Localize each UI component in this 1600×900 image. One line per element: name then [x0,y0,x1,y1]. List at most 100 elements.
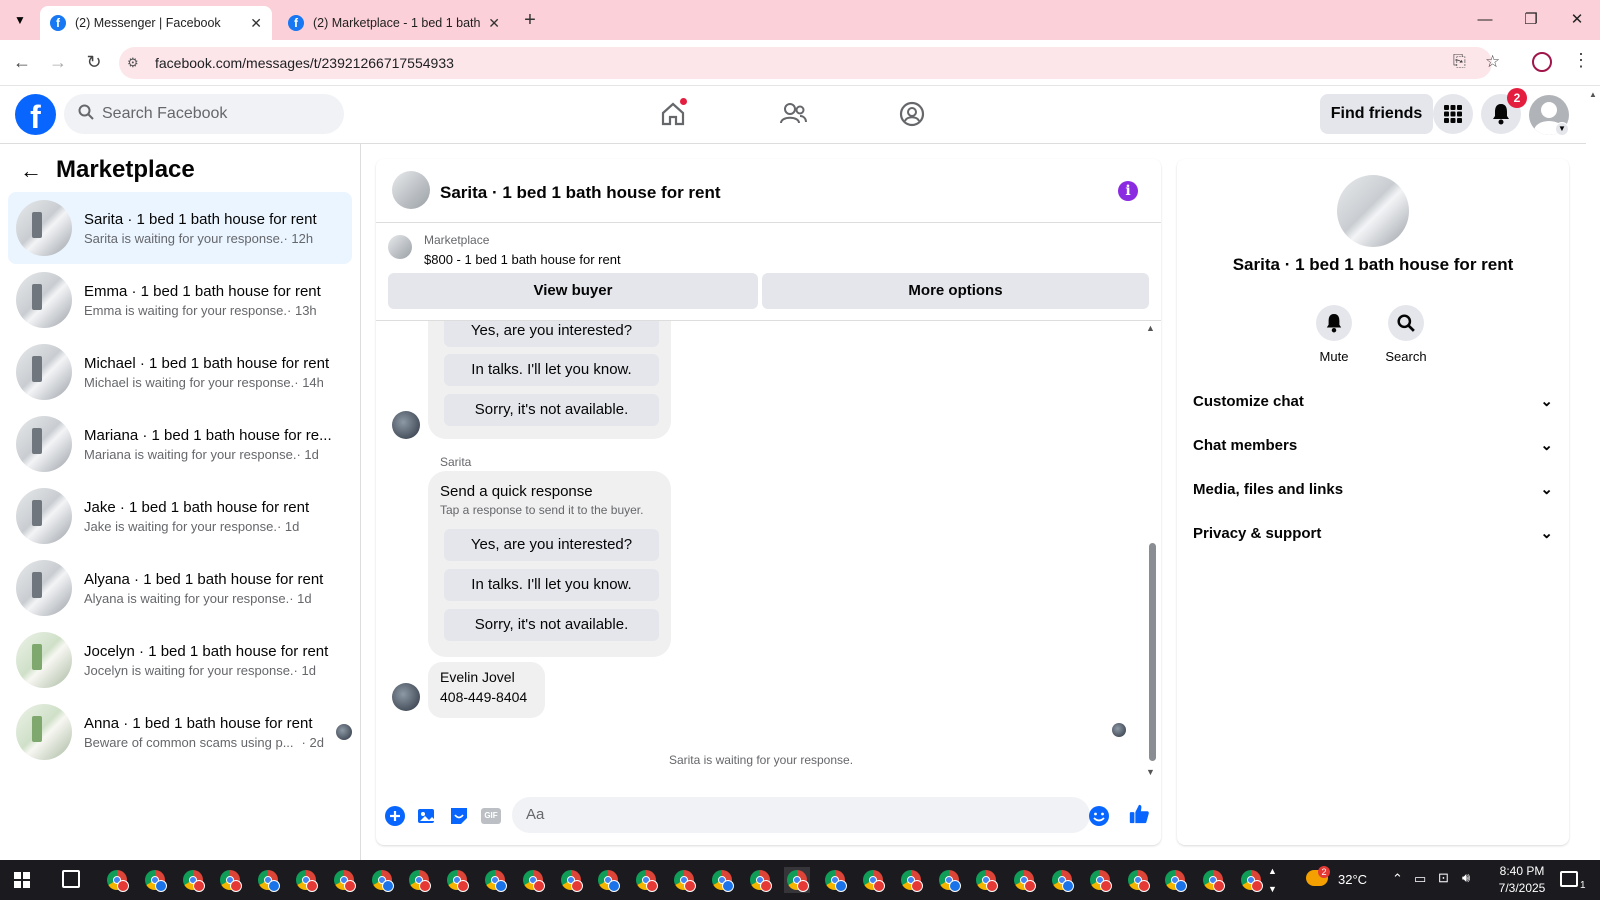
chrome-profile-taskbar-icon[interactable] [1011,867,1037,893]
scroll-down-arrow-icon[interactable]: ▼ [1146,767,1155,777]
quick-reply-button[interactable]: Sorry, it's not available. [444,394,659,426]
listing-title[interactable]: $800 - 1 bed 1 bath house for rent [424,252,621,267]
task-view-icon[interactable] [62,870,80,888]
chrome-profile-taskbar-icon[interactable] [217,867,243,893]
quick-reply-button[interactable]: Sorry, it's not available. [444,609,659,641]
chrome-profile-taskbar-icon[interactable] [1087,867,1113,893]
groups-icon[interactable] [892,96,932,132]
install-app-icon[interactable]: ⎘ [1453,53,1466,71]
conversation-item[interactable]: Emma · 1 bed 1 bath house for rent Emma i… [8,264,352,336]
emoji-icon[interactable] [1088,805,1110,827]
sender-avatar[interactable] [392,411,420,439]
chrome-profile-taskbar-icon[interactable] [406,867,432,893]
chat-scrollbar-thumb[interactable] [1149,543,1156,761]
chrome-profile-taskbar-icon[interactable] [747,867,773,893]
chrome-profile-taskbar-icon[interactable] [293,867,319,893]
close-window-button[interactable]: ✕ [1562,8,1592,32]
chrome-profile-taskbar-icon[interactable] [1049,867,1075,893]
gif-icon[interactable]: GIF [480,805,502,827]
profile-icon[interactable] [1532,52,1552,72]
privacy-support-section[interactable]: Privacy & support ⌄ [1193,515,1553,551]
volume-icon[interactable]: 🔊︎ [1462,870,1470,886]
back-arrow-icon[interactable]: ← [20,158,42,184]
notification-center-icon[interactable] [1560,871,1578,887]
chrome-profile-taskbar-icon[interactable] [936,867,962,893]
meet-now-icon[interactable]: ▭ [1414,871,1426,887]
conversation-item[interactable]: Sarita · 1 bed 1 bath house for rent Sari… [8,192,352,264]
clock-date[interactable]: 7/3/2025 [1492,881,1552,895]
close-tab-icon[interactable]: ✕ [488,15,500,32]
browser-menu-icon[interactable]: ⋮ [1572,50,1590,71]
chat-thumbnail[interactable] [392,171,430,209]
listing-thumbnail[interactable] [388,235,412,259]
message-input[interactable]: Aa [512,797,1090,833]
chrome-profile-taskbar-icon[interactable] [671,867,697,893]
mute-button[interactable]: Mute [1304,305,1364,364]
conversation-item[interactable]: Jake · 1 bed 1 bath house for rent Jake i… [8,480,352,552]
conversation-item[interactable]: Alyana · 1 bed 1 bath house for rent Alya… [8,552,352,624]
conversation-item[interactable]: Anna · 1 bed 1 bath house for rent Beware… [8,696,352,768]
bookmark-star-icon[interactable]: ☆ [1485,52,1500,72]
chrome-profile-taskbar-icon[interactable] [1125,867,1151,893]
info-icon[interactable]: i [1118,181,1138,201]
site-info-icon[interactable]: ⚙ [127,55,147,71]
chrome-profile-taskbar-icon[interactable] [822,867,848,893]
tab-messenger[interactable]: f (2) Messenger | Facebook ✕ [40,6,272,40]
network-icon[interactable]: ⊡ [1438,870,1449,886]
tab-marketplace[interactable]: f (2) Marketplace - 1 bed 1 bath ✕ [278,6,510,40]
chrome-profile-taskbar-icon[interactable] [142,867,168,893]
start-button-windows-icon[interactable] [14,872,30,888]
customize-chat-section[interactable]: Customize chat ⌄ [1193,383,1553,419]
omnibox[interactable]: ⚙ facebook.com/messages/t/23921266717554… [119,47,1500,79]
minimize-button[interactable]: — [1470,8,1500,32]
chrome-profile-taskbar-icon[interactable] [709,867,735,893]
chrome-profile-taskbar-icon[interactable] [104,867,130,893]
conversation-item[interactable]: Mariana · 1 bed 1 bath house for re... Ma… [8,408,352,480]
chrome-profile-taskbar-icon[interactable] [1200,867,1226,893]
friends-icon[interactable] [773,96,813,132]
plus-icon[interactable] [384,805,406,827]
like-thumbs-up-icon[interactable] [1128,803,1150,825]
quick-reply-button[interactable]: Yes, are you interested? [444,321,659,347]
more-options-button[interactable]: More options [762,273,1149,309]
menu-grid-button[interactable] [1433,94,1473,134]
reload-icon[interactable]: ↻ [82,52,106,73]
facebook-logo-icon[interactable]: f [15,94,56,135]
clock-time[interactable]: 8:40 PM [1492,864,1552,878]
conversation-item[interactable]: Michael · 1 bed 1 bath house for rent Mic… [8,336,352,408]
scroll-up-arrow-icon[interactable]: ▲ [1586,90,1600,99]
chrome-profile-taskbar-icon[interactable] [1238,867,1264,893]
chrome-profile-taskbar-icon[interactable] [255,867,281,893]
sticker-icon[interactable] [448,805,470,827]
scroll-up-arrow-icon[interactable]: ▲ [1146,323,1155,333]
media-files-links-section[interactable]: Media, files and links ⌄ [1193,471,1553,507]
search-input[interactable]: Search Facebook [64,94,344,134]
chrome-profile-taskbar-icon[interactable] [558,867,584,893]
chat-members-section[interactable]: Chat members ⌄ [1193,427,1553,463]
chrome-profile-taskbar-icon[interactable] [595,867,621,893]
chrome-profile-taskbar-icon[interactable] [860,867,886,893]
view-buyer-button[interactable]: View buyer [388,273,758,309]
forward-icon[interactable]: → [46,52,70,73]
quick-reply-button[interactable]: In talks. I'll let you know. [444,354,659,386]
message-thread[interactable]: Yes, are you interested? In talks. I'll … [376,321,1161,781]
quick-reply-button[interactable]: In talks. I'll let you know. [444,569,659,601]
search-in-chat-button[interactable]: Search [1376,305,1436,364]
home-icon[interactable] [653,96,693,132]
temperature[interactable]: 32°C [1338,872,1367,887]
chrome-profile-taskbar-icon[interactable] [180,867,206,893]
close-tab-icon[interactable]: ✕ [250,15,262,32]
new-tab-button[interactable]: + [518,8,542,32]
taskbar-scroll-arrows-icon[interactable]: ▲ ▼ [1268,862,1277,898]
chrome-profile-taskbar-icon[interactable] [973,867,999,893]
conversation-item[interactable]: Jocelyn · 1 bed 1 bath house for rent Joc… [8,624,352,696]
listing-photo[interactable] [1337,175,1409,247]
chrome-profile-taskbar-icon[interactable] [784,867,811,893]
chrome-profile-taskbar-icon[interactable] [482,867,508,893]
find-friends-button[interactable]: Find friends [1320,94,1433,134]
chrome-profile-taskbar-icon[interactable] [1162,867,1188,893]
chat-title[interactable]: Sarita · 1 bed 1 bath house for rent [440,183,721,203]
chrome-profile-taskbar-icon[interactable] [331,867,357,893]
show-hidden-icons-chevron-icon[interactable]: ⌃ [1392,871,1403,887]
chrome-profile-taskbar-icon[interactable] [520,867,546,893]
